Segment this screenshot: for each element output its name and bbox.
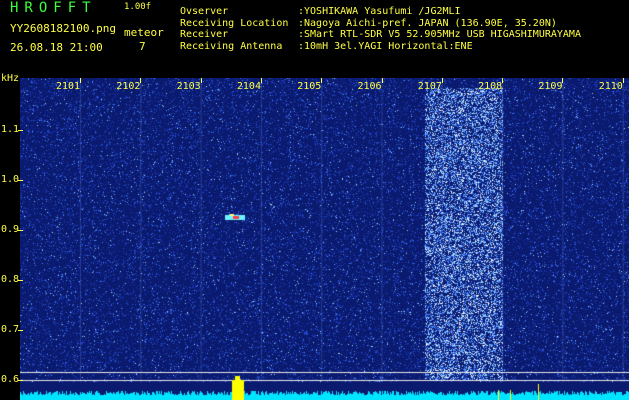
x-tick-mark [381,78,383,83]
x-tick-mark [80,78,81,83]
spectrogram-noise [20,78,629,400]
meteor-label: meteor [124,26,164,39]
info-row-location: Receiving Location :Nagoya Aichi-pref. J… [180,18,581,30]
x-tick-label: 2108 [478,81,503,92]
info-value: :SMart RTL-SDR V5 52.905MHz USB HIGASHIM… [298,29,581,40]
y-tick-mark [18,330,23,331]
x-tick-mark [622,78,624,83]
y-tick-mark [18,230,23,231]
x-tick-mark [441,78,443,83]
info-value: :10mH 3el.YAGI Horizontal:ENE [298,40,473,52]
x-tick-label: 2110 [598,81,623,92]
info-row-receiver: Receiver :SMart RTL-SDR V5 52.905MHz USB… [180,29,581,41]
x-tick-label: 2109 [538,81,563,92]
x-tick-mark [321,78,323,83]
x-tick-label: 2107 [417,81,442,92]
spectrogram [20,78,629,400]
date-time: 26.08.18 21:00 [10,41,103,54]
info-row-antenna: Receiving Antenna :10mH 3el.YAGI Horizon… [180,41,581,53]
y-tick-label: 0.6 [1,374,20,385]
info-label: Receiving Antenna [180,40,283,52]
x-tick-label: 2106 [357,81,382,92]
x-tick-mark [562,78,564,83]
x-tick-label: 2105 [297,81,322,92]
y-tick-label: 1.0 [1,174,20,185]
station-info: Ovserver :YOSHIKAWA Yasufumi /JG2MLI Rec… [180,6,581,52]
x-tick-label: 2101 [56,81,81,92]
y-tick-label: 1.1 [1,124,20,135]
info-label: Receiving Location [180,17,289,29]
y-tick-mark [18,130,23,131]
info-value: :Nagoya Aichi-pref. JAPAN (136.90E, 35.2… [298,17,557,29]
x-tick-mark [200,78,202,83]
x-tick-mark [502,78,504,83]
y-tick-label: 0.8 [1,274,20,285]
app-name: HROFFT [10,0,97,16]
x-tick-mark [140,78,142,83]
hrofft-screen: HROFFT 1.00f YY2608182100.png meteor 26.… [0,0,629,400]
info-label: Ovserver [180,6,229,17]
app-version: 1.00f [124,2,152,12]
y-tick-mark [18,280,23,281]
y-axis-unit: kHz [1,73,20,84]
y-tick-mark [18,380,23,381]
info-row-observer: Ovserver :YOSHIKAWA Yasufumi /JG2MLI [180,6,581,18]
meteor-count: 7 [139,40,146,53]
y-tick-label: 0.7 [1,324,20,335]
x-tick-label: 2102 [116,81,141,92]
x-tick-label: 2103 [176,81,201,92]
info-label: Receiver [180,29,229,40]
x-tick-mark [260,78,262,83]
y-tick-mark [18,180,23,181]
info-value: :YOSHIKAWA Yasufumi /JG2MLI [298,6,461,17]
file-name: YY2608182100.png [10,22,116,35]
x-tick-label: 2104 [236,81,261,92]
y-tick-label: 0.9 [1,224,20,235]
